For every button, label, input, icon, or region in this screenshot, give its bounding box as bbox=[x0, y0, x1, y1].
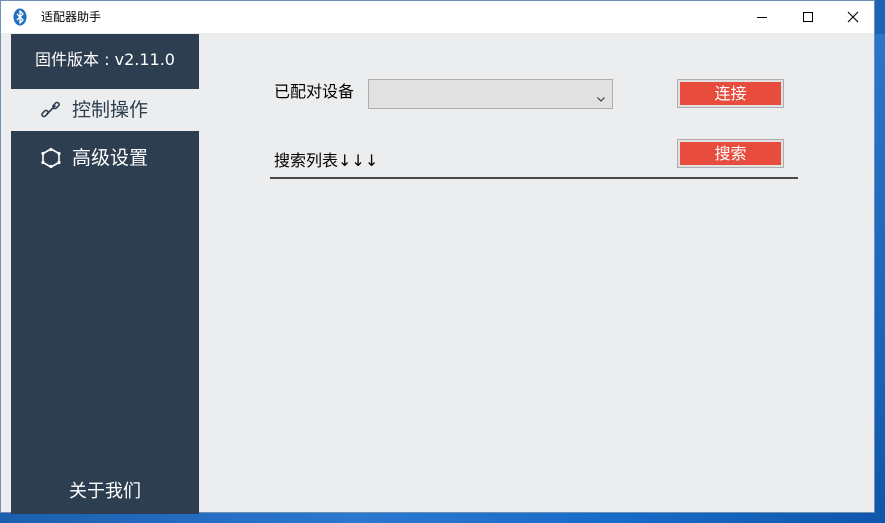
minimize-button[interactable] bbox=[739, 1, 785, 33]
search-list-label: 搜索列表↓↓↓ bbox=[274, 151, 379, 170]
connect-button-label: 连接 bbox=[680, 82, 781, 105]
divider bbox=[270, 177, 798, 179]
hexagon-settings-icon bbox=[40, 147, 62, 169]
link-icon bbox=[40, 99, 62, 121]
chevron-down-icon bbox=[596, 89, 606, 102]
sidebar-item-advanced[interactable]: 高级设置 bbox=[11, 137, 199, 179]
about-us-link[interactable]: 关于我们 bbox=[11, 480, 199, 504]
title-bar[interactable]: 适配器助手 bbox=[1, 1, 874, 33]
maximize-icon bbox=[802, 8, 814, 27]
paired-device-select[interactable] bbox=[368, 79, 613, 109]
firmware-version: 固件版本 : v2.11.0 bbox=[35, 50, 175, 69]
sidebar: 固件版本 : v2.11.0 控制操作 高级设置 关于我们 bbox=[11, 34, 199, 514]
search-button-label: 搜索 bbox=[680, 142, 781, 165]
window-title: 适配器助手 bbox=[41, 10, 102, 24]
desktop-background bbox=[875, 34, 885, 523]
sidebar-item-control[interactable]: 控制操作 bbox=[11, 89, 199, 131]
close-icon bbox=[847, 8, 859, 27]
app-window: 适配器助手 固件版本 : v2.11.0 控制操作 高级设置 关于我们 已配对设… bbox=[0, 0, 875, 514]
bluetooth-icon bbox=[13, 8, 27, 26]
maximize-button[interactable] bbox=[785, 1, 831, 33]
minimize-icon bbox=[756, 8, 768, 27]
desktop-taskbar-edge bbox=[0, 513, 885, 523]
connect-button[interactable]: 连接 bbox=[677, 79, 784, 108]
close-button[interactable] bbox=[830, 1, 876, 33]
sidebar-item-label: 高级设置 bbox=[72, 147, 149, 169]
search-button[interactable]: 搜索 bbox=[677, 139, 784, 168]
sidebar-item-label: 控制操作 bbox=[72, 99, 149, 121]
paired-devices-label: 已配对设备 bbox=[274, 82, 355, 101]
